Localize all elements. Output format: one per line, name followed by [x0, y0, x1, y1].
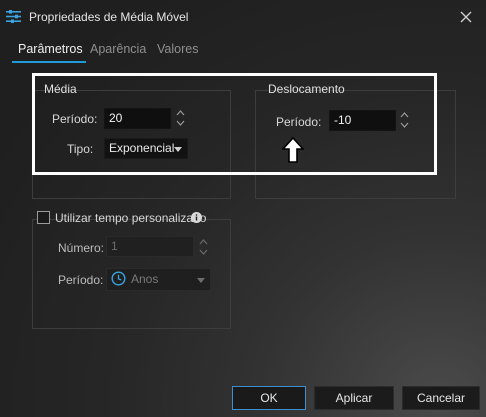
custom-periodo-value: Anos [131, 272, 159, 286]
highlight-annotation-box [32, 73, 437, 175]
custom-periodo-label: Período: [58, 273, 104, 287]
numero-spinner[interactable] [198, 236, 209, 258]
custom-time-checkbox[interactable] [37, 211, 50, 224]
sliders-icon [6, 10, 21, 23]
numero-label: Número: [58, 241, 105, 255]
tab-valores[interactable]: Valores [157, 42, 198, 56]
tab-parametros[interactable]: Parâmetros [18, 42, 83, 56]
close-icon[interactable] [455, 6, 477, 28]
custom-periodo-select[interactable]: Anos [106, 268, 211, 291]
tab-aparencia[interactable]: Aparência [90, 42, 146, 56]
custom-time-checkbox-label: Utilizar tempo personalizado [55, 211, 207, 225]
chevron-down-icon [197, 278, 205, 283]
apply-button[interactable]: Aplicar [314, 386, 394, 410]
info-icon[interactable] [191, 212, 202, 223]
properties-dialog: Propriedades de Média Móvel Parâmetros A… [0, 0, 486, 417]
ok-button[interactable]: OK [232, 386, 306, 410]
up-arrow-icon [282, 137, 304, 163]
cancel-button[interactable]: Cancelar [402, 386, 480, 410]
clock-icon [111, 271, 126, 286]
active-tab-indicator [12, 61, 86, 63]
title-bar: Propriedades de Média Móvel [0, 0, 486, 34]
numero-input[interactable]: 1 [106, 236, 194, 257]
window-title: Propriedades de Média Móvel [29, 10, 189, 24]
